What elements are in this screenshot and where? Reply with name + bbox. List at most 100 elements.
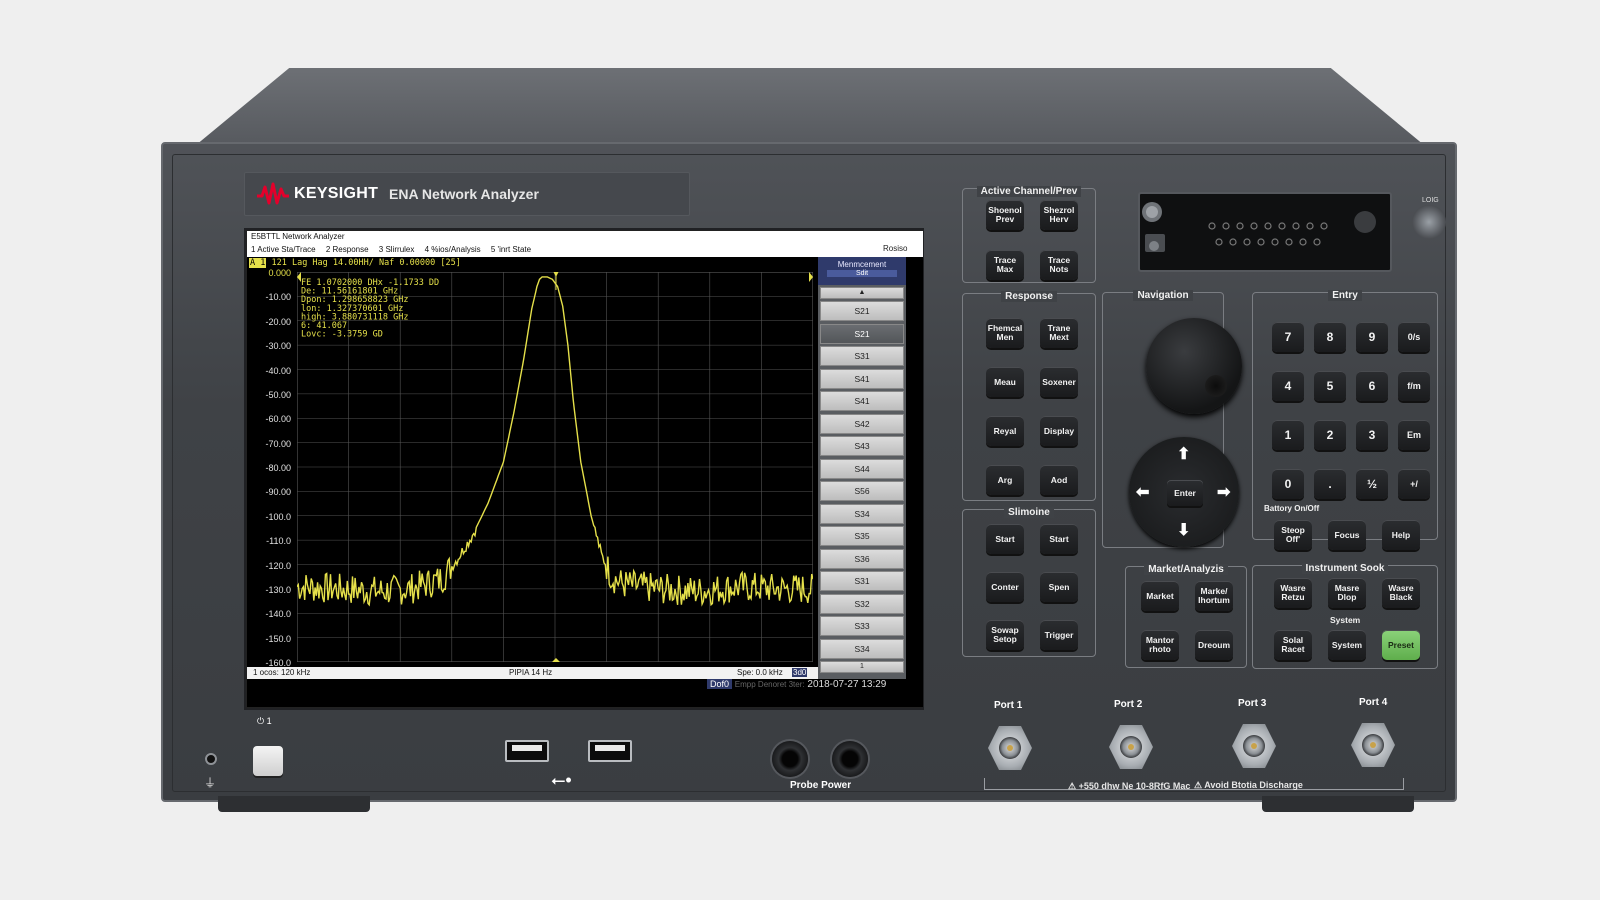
ifbw-label: 1 ocos: 120 kHz: [253, 668, 311, 677]
sweep-setup-key[interactable]: Sowap Setop: [986, 620, 1024, 650]
softkey-9[interactable]: S56: [820, 481, 904, 501]
ground-jack[interactable]: [205, 753, 217, 765]
trace-next-key[interactable]: Trace Nots: [1040, 250, 1078, 280]
save-recall-key[interactable]: Wasre Retzu: [1274, 578, 1312, 608]
softkey-14[interactable]: S32: [820, 593, 904, 614]
format-key[interactable]: Soxener: [1040, 367, 1078, 397]
keypad-1-key[interactable]: 1: [1272, 420, 1304, 450]
keypad-2-key[interactable]: 2: [1314, 420, 1346, 450]
display-key[interactable]: Display: [1040, 416, 1078, 446]
keypad-fraction-key[interactable]: ½: [1356, 469, 1388, 499]
cal-key[interactable]: Aod: [1040, 465, 1078, 495]
keypad-3-key[interactable]: 3: [1356, 420, 1388, 450]
status-message: Empp Denoret 3ter:: [734, 680, 805, 689]
avg-key[interactable]: Arg: [986, 465, 1024, 495]
preset-key[interactable]: Preset: [1382, 630, 1420, 660]
usb-port-1[interactable]: [505, 740, 549, 762]
nav-right-key[interactable]: ➡: [1217, 482, 1230, 502]
keypad-0-key[interactable]: 0: [1272, 469, 1304, 499]
softkey-7[interactable]: S43: [820, 436, 904, 456]
keypad-4-key[interactable]: 4: [1272, 371, 1304, 401]
keypad-dot-key[interactable]: .: [1314, 469, 1346, 499]
channel-prev-key[interactable]: Shoenol Prev: [986, 200, 1024, 230]
keypad-5-key[interactable]: 5: [1314, 371, 1346, 401]
softkey-scroll-down[interactable]: 1: [820, 661, 904, 673]
rotary-knob[interactable]: [1146, 318, 1242, 414]
nav-left-key[interactable]: ⬅: [1136, 482, 1149, 502]
softkey-13[interactable]: S31: [820, 571, 904, 591]
span-label: Spe: 0.0 kHz: [737, 668, 783, 677]
power-button[interactable]: [253, 746, 283, 776]
analysis-key[interactable]: Dreoum: [1195, 630, 1233, 660]
port-1-connector[interactable]: [985, 720, 1035, 778]
keypad-7-key[interactable]: 7: [1272, 322, 1304, 352]
trace-max-key[interactable]: Trace Max: [986, 250, 1024, 280]
macro-setup-key[interactable]: Masre Dlop: [1328, 578, 1366, 608]
keypad-units-2-key[interactable]: f/m: [1398, 371, 1430, 401]
marker-function-key[interactable]: Marke/ Ihortum: [1195, 581, 1233, 611]
span-key[interactable]: Spen: [1040, 572, 1078, 602]
port-warning: ⚠ +550 dhw Ne 10-8RfG Mac: [1068, 781, 1191, 791]
keypad-8-key[interactable]: 8: [1314, 322, 1346, 352]
port-2-connector[interactable]: [1106, 719, 1156, 777]
y-tick-label: -70.00: [265, 438, 291, 449]
softkey-scroll-up[interactable]: ▲: [820, 287, 904, 299]
channel-next-key[interactable]: Shezrol Herv: [1040, 200, 1078, 230]
softkey-2[interactable]: S21: [820, 323, 904, 344]
softkey-12[interactable]: S36: [820, 548, 904, 569]
system-key[interactable]: System: [1328, 630, 1366, 660]
menu-item-state[interactable]: 5 'inrt State: [491, 245, 531, 254]
softkey-4[interactable]: S41: [820, 368, 904, 389]
nav-down-key[interactable]: ⬇: [1177, 520, 1190, 540]
marker-readout: FE 1.0702000 DHx -1.1733 DD De: 11.56161…: [301, 278, 439, 340]
trace-tag[interactable]: A 1: [249, 258, 267, 268]
probe-power-jack-1[interactable]: [772, 741, 808, 777]
help-key[interactable]: Help: [1382, 520, 1420, 550]
keypad-units-3-key[interactable]: Em: [1398, 420, 1430, 450]
trace-next-menu-key[interactable]: Trane Mext: [1040, 318, 1078, 348]
esd-warning-text: Avoid Btotia Discharge: [1204, 780, 1303, 790]
port-1-label: Port 1: [994, 700, 1023, 711]
nav-up-key[interactable]: ⬆: [1177, 444, 1190, 464]
enter-key[interactable]: Enter: [1167, 480, 1203, 506]
softkey-6[interactable]: S42: [820, 413, 904, 434]
keypad-6-key[interactable]: 6: [1356, 371, 1388, 401]
channel-menu-key[interactable]: Fhemcal Men: [986, 318, 1024, 348]
menu-item-stimulus[interactable]: 3 Slirrulex: [379, 245, 415, 254]
softkey-15[interactable]: S33: [820, 616, 904, 636]
marker-search-key[interactable]: Mantor rhoto: [1141, 630, 1179, 660]
port-3-connector[interactable]: [1229, 718, 1279, 776]
io-coax-connector[interactable]: [1412, 205, 1446, 239]
softkey-subtitle[interactable]: Sdit: [827, 270, 897, 277]
keypad-sign-key[interactable]: +/: [1398, 469, 1430, 499]
softkey-3[interactable]: S31: [820, 346, 904, 366]
y-tick-label: -110.0: [266, 536, 291, 547]
stop-key[interactable]: Start: [1040, 524, 1078, 554]
marker-key[interactable]: Market: [1141, 581, 1179, 611]
softkey-16[interactable]: S34: [820, 638, 904, 659]
trace-plot[interactable]: FE 1.0702000 DHx -1.1733 DD De: 11.56161…: [297, 272, 813, 662]
port-4-connector[interactable]: [1348, 717, 1398, 775]
softkey-8[interactable]: S44: [820, 458, 904, 479]
scale-key[interactable]: Reyal: [986, 416, 1024, 446]
usb-port-2[interactable]: [588, 740, 632, 762]
local-reset-key[interactable]: Solal Racet: [1274, 630, 1312, 660]
menu-item-analysis[interactable]: 4 %ios/Analysis: [425, 245, 481, 254]
softkey-1[interactable]: S21: [820, 301, 904, 321]
menu-item-active-trace[interactable]: 1 Active Sta/Trace: [251, 245, 316, 254]
macro-run-key[interactable]: Wasre Black: [1382, 578, 1420, 608]
center-key[interactable]: Conter: [986, 572, 1024, 602]
start-key[interactable]: Start: [986, 524, 1024, 554]
softkey-5[interactable]: S41: [820, 391, 904, 411]
softkey-11[interactable]: S35: [820, 526, 904, 546]
keypad-9-key[interactable]: 9: [1356, 322, 1388, 352]
probe-power-jack-2[interactable]: [832, 741, 868, 777]
measure-key[interactable]: Meau: [986, 367, 1024, 397]
trigger-key[interactable]: Trigger: [1040, 620, 1078, 650]
keypad-units-1-key[interactable]: 0/s: [1398, 322, 1430, 352]
display-screen[interactable]: E5BTTL Network Analyzer 1 Active Sta/Tra…: [247, 231, 923, 707]
standby-key[interactable]: Steop Off': [1274, 520, 1312, 550]
softkey-10[interactable]: S34: [820, 503, 904, 524]
menu-item-response[interactable]: 2 Response: [326, 245, 369, 254]
focus-key[interactable]: Focus: [1328, 520, 1366, 550]
